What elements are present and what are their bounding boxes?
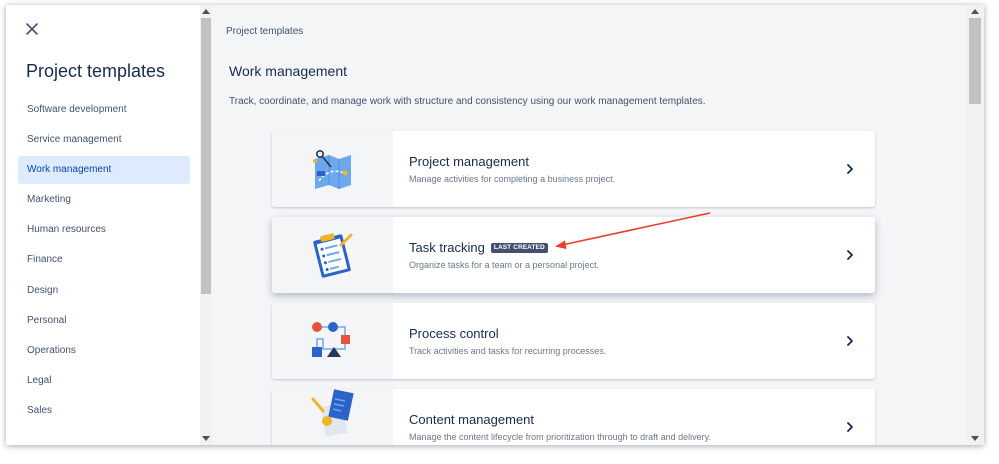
main-content: Project templates Work management Track,…	[212, 5, 966, 445]
chevron-right-icon[interactable]	[845, 335, 855, 347]
sidebar-item-human-resources[interactable]: Human resources	[18, 216, 190, 244]
card-title-text: Project management	[409, 154, 529, 169]
sidebar-item-personal[interactable]: Personal	[18, 307, 190, 335]
sidebar-item-marketing[interactable]: Marketing	[18, 186, 190, 214]
sidebar-item-service-management[interactable]: Service management	[18, 126, 190, 154]
scroll-up-arrow-icon[interactable]	[202, 9, 210, 14]
scroll-down-arrow-icon[interactable]	[202, 436, 210, 441]
card-title: Project management	[409, 154, 529, 169]
sidebar-item-operations[interactable]: Operations	[18, 337, 190, 365]
sidebar-scroll-thumb[interactable]	[201, 18, 211, 294]
sidebar-item-software-development[interactable]: Software development	[18, 96, 190, 124]
process-flow-icon	[312, 322, 350, 357]
chevron-right-icon[interactable]	[845, 249, 855, 261]
chevron-right-icon[interactable]	[845, 421, 855, 433]
scroll-down-arrow-icon[interactable]	[971, 436, 979, 441]
card-description: Organize tasks for a team or a personal …	[409, 260, 600, 270]
close-icon[interactable]	[24, 21, 40, 37]
template-card-process-control[interactable]: Process control Track activities and tas…	[272, 303, 875, 379]
card-title: Process control	[409, 326, 499, 341]
sidebar-item-sales[interactable]: Sales	[18, 397, 190, 425]
sidebar: Project templates Software development S…	[6, 5, 200, 445]
sidebar-item-legal[interactable]: Legal	[18, 367, 190, 395]
card-title-text: Content management	[409, 412, 535, 427]
card-thumbnail	[272, 389, 393, 445]
sidebar-item-finance[interactable]: Finance	[18, 246, 190, 274]
page-title: Work management	[229, 63, 348, 79]
template-card-content-management[interactable]: Content management Manage the content li…	[272, 389, 875, 445]
card-title-text: Task tracking	[409, 240, 485, 255]
card-title: Task tracking LAST CREATED	[409, 240, 548, 255]
scroll-up-arrow-icon[interactable]	[971, 9, 979, 14]
card-title: Content management	[409, 412, 534, 427]
close-button[interactable]	[24, 21, 40, 37]
card-thumbnail	[272, 303, 393, 379]
last-created-badge: LAST CREATED	[490, 242, 548, 253]
card-description: Manage the content lifecycle from priori…	[409, 432, 711, 442]
roadmap-illustration-icon	[313, 150, 351, 189]
card-description: Track activities and tasks for recurring…	[409, 346, 607, 356]
clipboard-checklist-icon	[313, 233, 353, 278]
card-description: Manage activities for completing a busin…	[409, 174, 616, 184]
sidebar-nav: Software development Service management …	[18, 96, 190, 427]
template-modal: Project templates Software development S…	[6, 5, 984, 445]
card-title-text: Process control	[409, 326, 499, 341]
sidebar-scrollbar[interactable]	[200, 5, 212, 445]
content-document-icon	[311, 389, 354, 437]
sidebar-item-work-management[interactable]: Work management	[18, 156, 190, 185]
template-card-project-management[interactable]: Project management Manage activities for…	[272, 131, 875, 207]
sidebar-title: Project templates	[26, 61, 166, 81]
card-thumbnail	[272, 131, 393, 207]
breadcrumb[interactable]: Project templates	[226, 26, 303, 37]
page-description: Track, coordinate, and manage work with …	[229, 96, 706, 107]
main-scroll-thumb[interactable]	[969, 18, 981, 104]
template-card-task-tracking[interactable]: Task tracking LAST CREATED Organize task…	[272, 217, 875, 293]
main-scrollbar[interactable]	[966, 5, 984, 445]
chevron-right-icon[interactable]	[845, 163, 855, 175]
sidebar-item-design[interactable]: Design	[18, 277, 190, 305]
card-thumbnail	[272, 217, 393, 293]
